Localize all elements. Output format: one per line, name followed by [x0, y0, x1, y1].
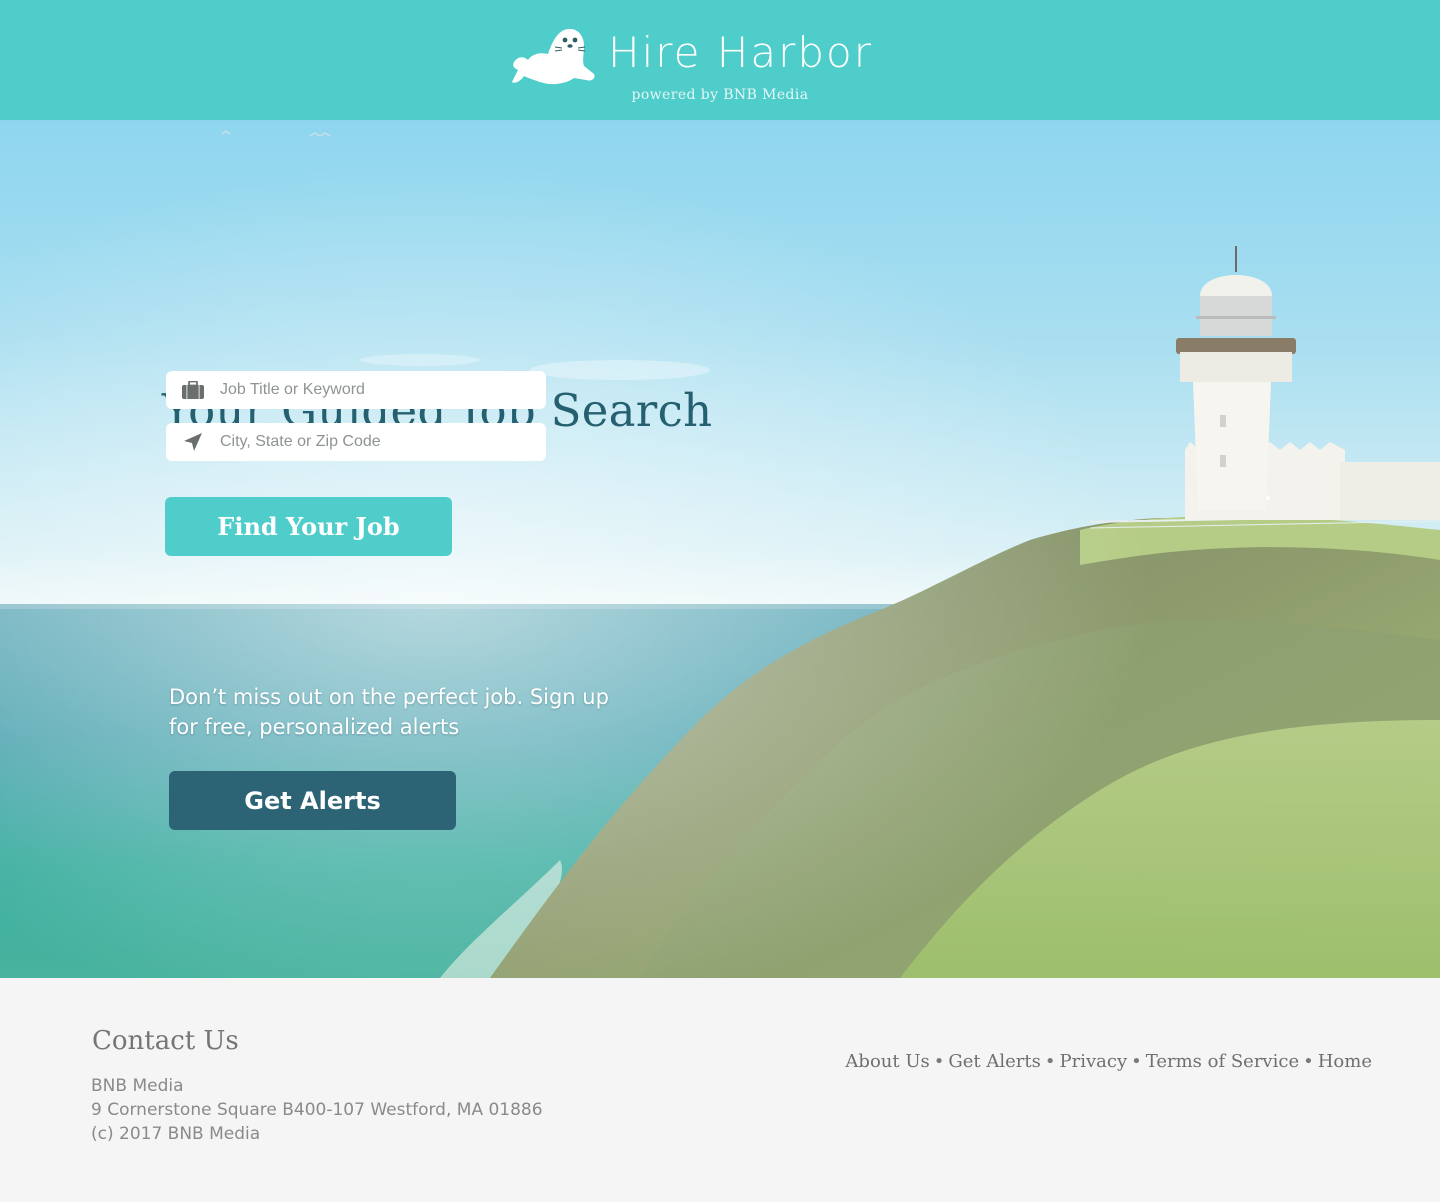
footer-link-get-alerts[interactable]: Get Alerts	[948, 1051, 1040, 1072]
footer-link-terms[interactable]: Terms of Service	[1146, 1051, 1299, 1072]
site-footer: Contact Us BNB Media 9 Cornerstone Squar…	[0, 978, 1440, 1202]
location-search-field[interactable]	[166, 423, 546, 461]
powered-by-text: powered by BNB Media	[631, 87, 809, 103]
nav-separator: •	[1303, 1051, 1314, 1072]
footer-link-home[interactable]: Home	[1318, 1051, 1372, 1072]
footer-link-about-us[interactable]: About Us	[845, 1051, 929, 1072]
company-name: BNB Media	[91, 1076, 184, 1096]
briefcase-icon	[166, 371, 220, 409]
copyright: (c) 2017 BNB Media	[91, 1124, 261, 1144]
contact-us-heading: Contact Us	[92, 1026, 239, 1056]
footer-nav: About Us • Get Alerts • Privacy • Terms of Ser…	[845, 1051, 1372, 1072]
logo[interactable]: Hire Harbor	[510, 26, 900, 88]
seal-icon	[512, 28, 595, 85]
alerts-signup-text: Don’t miss out on the perfect job. Sign …	[169, 685, 609, 739]
contact-info: BNB Media 9 Cornerstone Square B400-107 …	[91, 1074, 543, 1146]
nav-separator: •	[1131, 1051, 1142, 1072]
job-keyword-input[interactable]	[220, 372, 530, 408]
footer-link-privacy[interactable]: Privacy	[1059, 1051, 1127, 1072]
company-address: 9 Cornerstone Square B400-107 Westford, …	[91, 1100, 543, 1120]
nav-separator: •	[933, 1051, 945, 1072]
location-arrow-icon	[166, 423, 220, 461]
brand-name: Hire Harbor	[608, 28, 873, 77]
location-input[interactable]	[220, 424, 530, 460]
get-alerts-button[interactable]: Get Alerts	[169, 771, 456, 830]
job-search-field[interactable]	[166, 371, 546, 409]
find-your-job-button[interactable]: Find Your Job	[165, 497, 452, 556]
site-header: Hire Harbor powered by BNB Media	[0, 0, 1440, 120]
nav-separator: •	[1044, 1051, 1056, 1072]
